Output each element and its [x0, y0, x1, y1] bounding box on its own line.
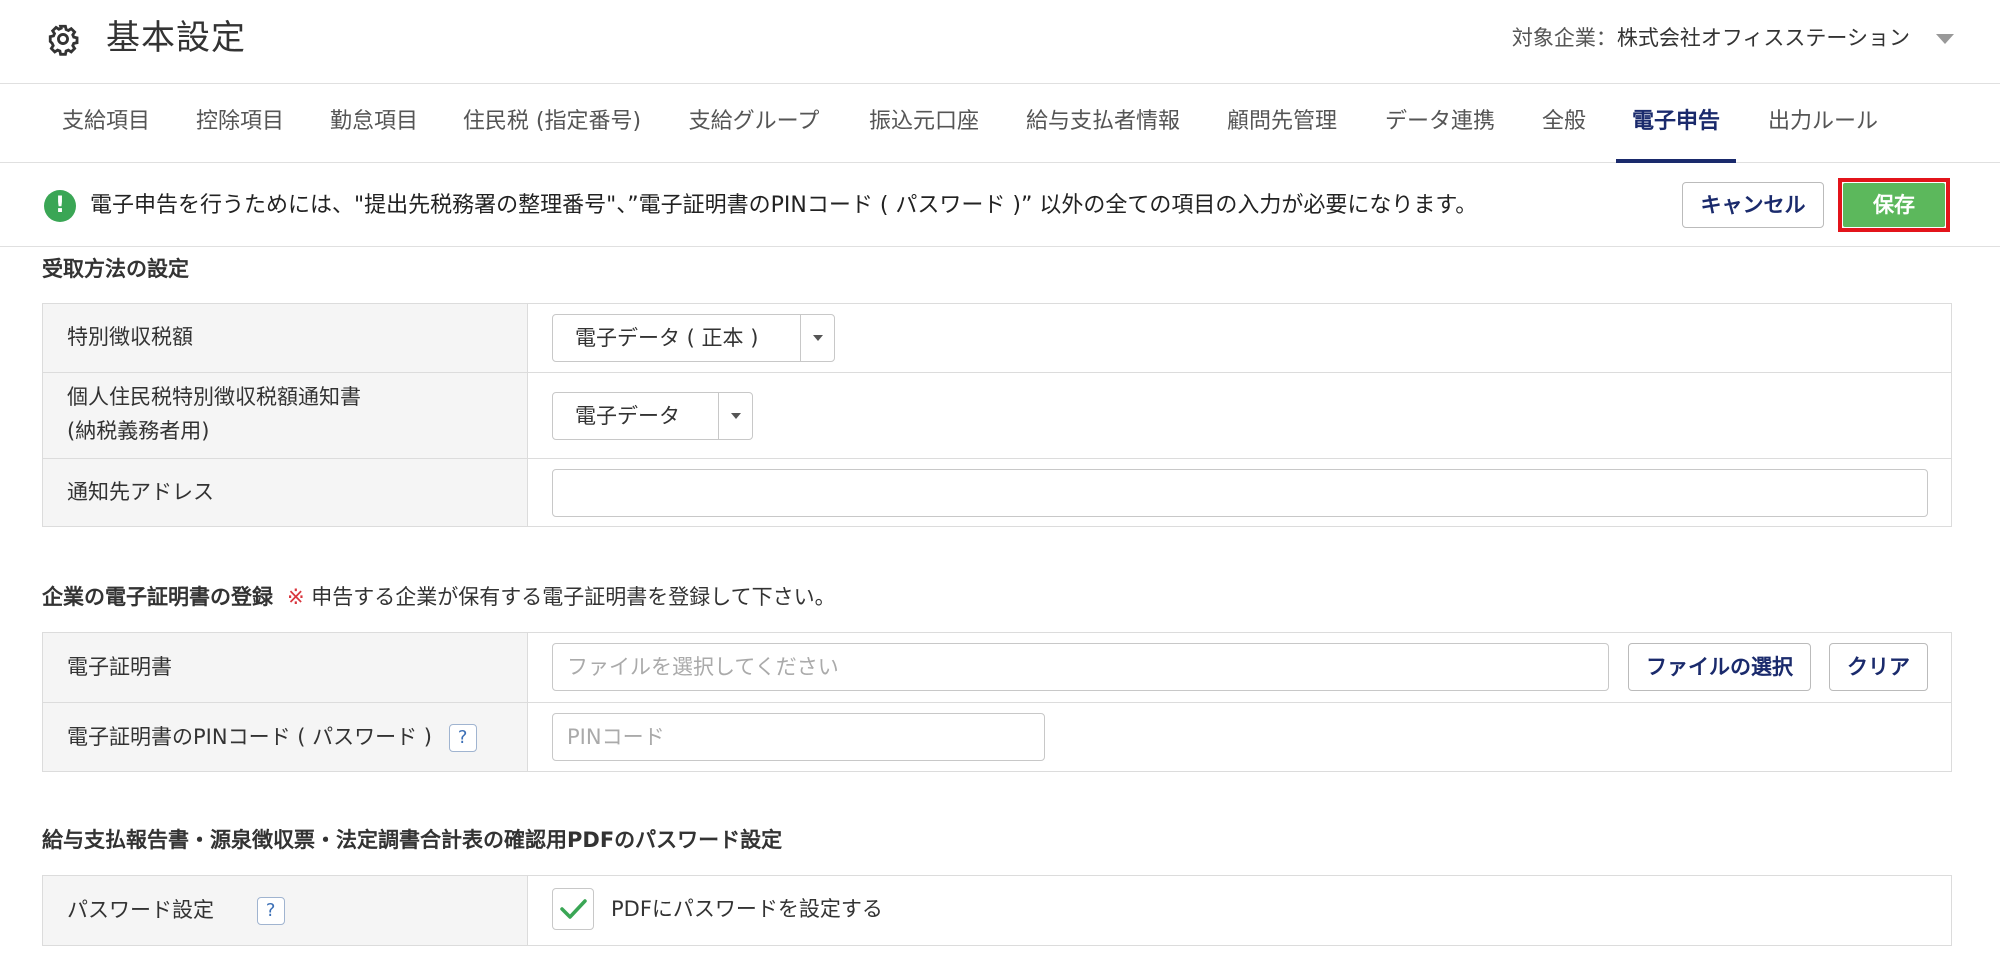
- password-label-wrap: パスワード設定 ?: [67, 893, 285, 927]
- company-label: 対象企業：: [1511, 26, 1617, 50]
- note-mark: ※: [287, 585, 305, 609]
- select-caret-button[interactable]: [800, 315, 834, 361]
- tab-resident-tax[interactable]: 住民税 (指定番号): [460, 84, 644, 163]
- settings-tabs: 支給項目 控除項目 勤怠項目 住民税 (指定番号) 支給グループ 振込元口座 給…: [0, 84, 2000, 163]
- special-tax-row: 特別徴収税額 電子データ ( 正本 ): [43, 304, 1951, 372]
- receive-section-title: 受取方法の設定: [42, 257, 189, 281]
- pdf-section-title: 給与支払報告書・源泉徴収票・法定調書合計表の確認用PDFのパスワード設定: [42, 828, 783, 852]
- company-selector[interactable]: 対象企業：株式会社オフィスステーション: [1512, 22, 1910, 54]
- tab-attendance-items[interactable]: 勤怠項目: [324, 84, 424, 163]
- pdf-password-checkbox[interactable]: [552, 888, 594, 930]
- caret-down-icon: [731, 413, 741, 419]
- notice-doc-value: 電子データ: [575, 404, 680, 428]
- notice-doc-row: 個人住民税特別徴収税額通知書 (納税義務者用) 電子データ: [43, 372, 1951, 458]
- special-tax-value: 電子データ ( 正本 ): [575, 326, 759, 350]
- password-row: パスワード設定 ? PDFにパスワードを設定する: [43, 876, 1951, 945]
- page-title: 基本設定: [106, 18, 246, 58]
- notice-doc-label-line1: 個人住民税特別徴収税額通知書: [67, 385, 361, 409]
- tab-payment-group[interactable]: 支給グループ: [680, 84, 828, 163]
- cancel-button[interactable]: キャンセル: [1682, 182, 1824, 228]
- cert-row: 電子証明書 ファイルを選択してください ファイルの選択 クリア: [43, 633, 1951, 702]
- tab-deduction-items[interactable]: 控除項目: [190, 84, 290, 163]
- cert-section-title: 企業の電子証明書の登録 ※ 申告する企業が保有する電子証明書を登録して下さい。: [42, 582, 836, 612]
- page-header: 基本設定 対象企業：株式会社オフィスステーション: [0, 0, 2000, 84]
- special-tax-select[interactable]: 電子データ ( 正本 ): [552, 314, 835, 362]
- cert-file-input[interactable]: ファイルを選択してください: [552, 643, 1609, 691]
- note-text: 申告する企業が保有する電子証明書を登録して下さい。: [311, 585, 836, 609]
- pdf-password-checkbox-label[interactable]: PDFにパスワードを設定する: [611, 893, 883, 925]
- choose-file-button[interactable]: ファイルの選択: [1628, 643, 1811, 691]
- notification-address-input[interactable]: [552, 469, 1928, 517]
- special-tax-label: 特別徴収税額: [67, 325, 193, 349]
- pin-input[interactable]: PINコード: [552, 713, 1045, 761]
- help-icon[interactable]: ?: [256, 897, 285, 925]
- tab-client-management[interactable]: 顧問先管理: [1220, 84, 1344, 163]
- password-label: パスワード設定: [67, 898, 214, 922]
- tab-e-filing[interactable]: 電子申告: [1616, 84, 1736, 163]
- gear-icon: [48, 24, 79, 56]
- tab-output-rules[interactable]: 出力ルール: [1764, 84, 1882, 163]
- caret-down-icon: [813, 335, 823, 341]
- address-row: 通知先アドレス: [43, 458, 1951, 526]
- receive-settings-table: 特別徴収税額 電子データ ( 正本 ) 個人住民税特別徴収税額通知書 (納税義務…: [42, 303, 1952, 527]
- address-label: 通知先アドレス: [67, 480, 214, 504]
- save-button[interactable]: 保存: [1843, 183, 1945, 227]
- notice-doc-label-line2: (納税義務者用): [67, 419, 210, 443]
- chevron-down-icon[interactable]: [1936, 34, 1954, 44]
- exclamation-icon: !: [44, 190, 76, 222]
- tab-payer-info[interactable]: 給与支払者情報: [1020, 84, 1186, 163]
- tab-data-integration[interactable]: データ連携: [1378, 84, 1502, 163]
- cert-table: 電子証明書 ファイルを選択してください ファイルの選択 クリア 電子証明書のPI…: [42, 632, 1952, 772]
- pin-label: 電子証明書のPINコード ( パスワード ): [67, 725, 432, 749]
- pin-row: 電子証明書のPINコード ( パスワード ) ? PINコード: [43, 702, 1951, 771]
- notice-text: 電子申告を行うためには、"提出先税務署の整理番号"、”電子証明書のPINコード …: [90, 193, 1478, 218]
- tab-payment-items[interactable]: 支給項目: [46, 84, 166, 163]
- select-caret-button[interactable]: [718, 393, 752, 439]
- notice-doc-select[interactable]: 電子データ: [552, 392, 753, 440]
- check-icon: [560, 899, 587, 919]
- clear-button[interactable]: クリア: [1829, 643, 1928, 691]
- help-icon[interactable]: ?: [448, 724, 477, 752]
- tab-transfer-account[interactable]: 振込元口座: [862, 84, 986, 163]
- cert-section-note: ※ 申告する企業が保有する電子証明書を登録して下さい。: [287, 585, 836, 609]
- cert-section-heading: 企業の電子証明書の登録: [42, 585, 273, 609]
- cert-label: 電子証明書: [67, 655, 172, 679]
- pin-label-wrap: 電子証明書のPINコード ( パスワード ) ?: [67, 720, 477, 754]
- tab-general[interactable]: 全般: [1536, 84, 1592, 163]
- pdf-password-table: パスワード設定 ? PDFにパスワードを設定する: [42, 875, 1952, 946]
- company-name: 株式会社オフィスステーション: [1616, 26, 1910, 50]
